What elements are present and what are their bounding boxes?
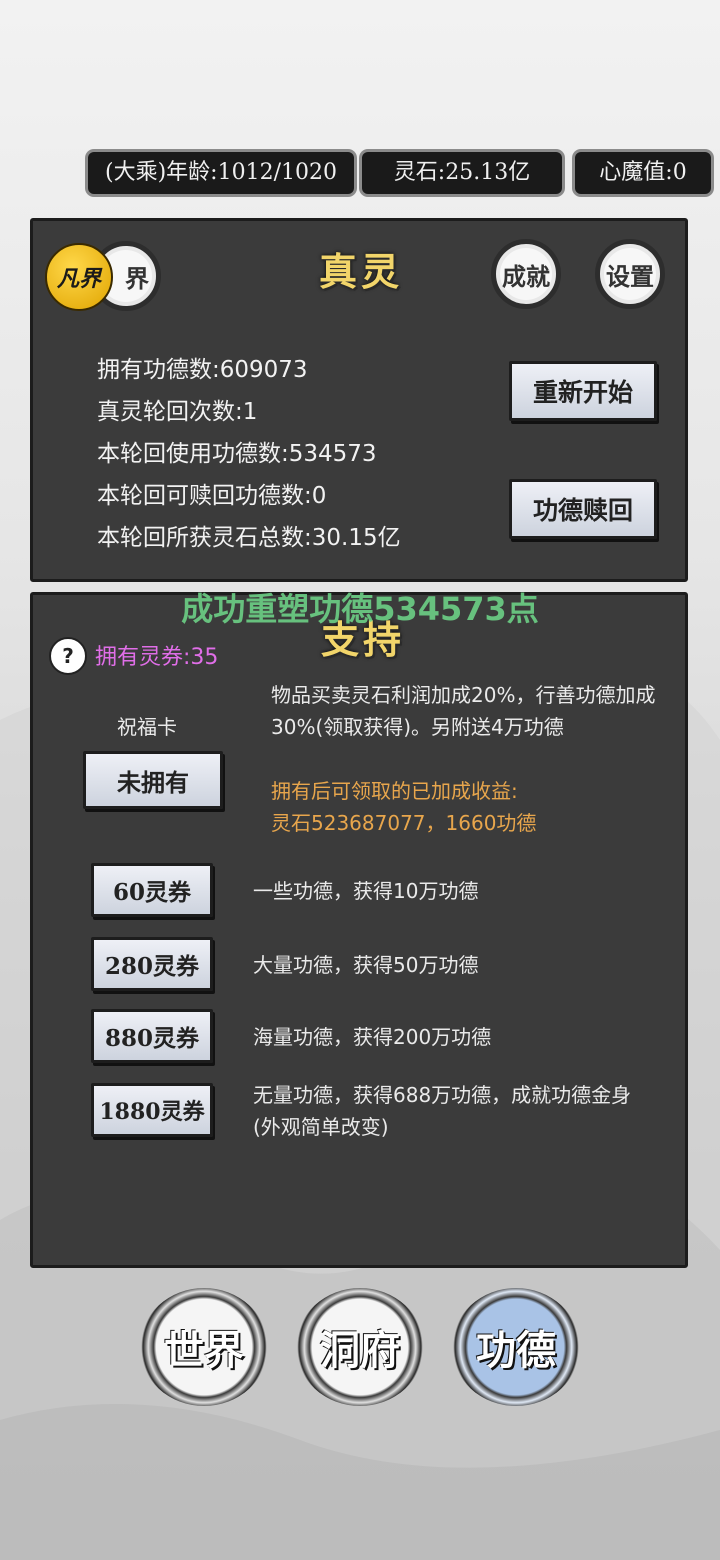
heart-demon-display: 心魔值:0 [575, 152, 711, 194]
pack-60-desc: 一些功德，获得10万功德 [253, 879, 479, 903]
nav-world-button[interactable]: 世界 [140, 1288, 268, 1406]
restart-button[interactable]: 重新开始 [509, 361, 657, 421]
stat-redeemable-merit: 本轮回可赎回功德数:0 [97, 483, 327, 509]
settings-label: 设置 [606, 261, 654, 291]
achievements-button[interactable]: 成就 [491, 239, 561, 309]
restart-label: 重新开始 [532, 378, 633, 407]
stat-stones-earned: 本轮回所获灵石总数:30.15亿 [97, 525, 401, 551]
spirit-stone-display: 灵石:25.13亿 [362, 152, 562, 194]
redeem-merit-button[interactable]: 功德赎回 [509, 479, 657, 539]
support-panel: 支持 ? 拥有灵券:35 祝福卡 未拥有 物品买卖灵石利润加成20%，行善功德加… [30, 592, 688, 1268]
pack-1880-button[interactable]: 1880灵券 [91, 1083, 213, 1137]
blessing-card-label: 祝福卡 [117, 715, 177, 739]
settings-button[interactable]: 设置 [595, 239, 665, 309]
realm-badge-label: 凡界 [56, 266, 101, 292]
pack-280-desc: 大量功德，获得50万功德 [253, 953, 479, 977]
merit-stats: 拥有功德数:609073 真灵轮回次数:1 本轮回使用功德数:534573 本轮… [97, 349, 401, 559]
nav-cave-button[interactable]: 洞府 [296, 1288, 424, 1406]
realm-tab-label: 界 [125, 263, 149, 293]
stat-owned-merit: 拥有功德数:609073 [97, 357, 308, 383]
stat-reincarnation-count: 真灵轮回次数:1 [97, 399, 258, 425]
true-spirit-panel: 界 凡界 真灵 成就 设置 拥有功德数:609073 真灵轮回次数:1 本轮回使… [30, 218, 688, 582]
help-icon-glyph: ? [62, 644, 74, 668]
pack-280-button[interactable]: 280灵券 [91, 937, 213, 991]
pack-280-label: 280灵券 [104, 953, 199, 980]
coupon-count: 拥有灵券:35 [95, 645, 219, 670]
blessing-card-note-1: 拥有后可领取的已加成收益: [271, 779, 518, 803]
blessing-card-button[interactable]: 未拥有 [83, 751, 223, 809]
realm-badge-icon[interactable]: 凡界 [45, 243, 113, 311]
toast-message: 成功重塑功德534573点 [181, 590, 539, 628]
nav-merit-label: 功德 [476, 1327, 556, 1374]
pack-880-label: 880灵券 [104, 1025, 199, 1052]
pack-1880-label: 1880灵券 [99, 1099, 205, 1125]
nav-merit-button[interactable]: 功德 [452, 1288, 580, 1406]
nav-cave-label: 洞府 [320, 1327, 400, 1374]
achievements-label: 成就 [502, 261, 550, 291]
blessing-card-button-label: 未拥有 [117, 767, 189, 797]
blessing-card-desc: 物品买卖灵石利润加成20%，行善功德加成30%(领取获得)。另附送4万功德 [271, 683, 656, 739]
pack-880-button[interactable]: 880灵券 [91, 1009, 213, 1063]
pack-880-desc: 海量功德，获得200万功德 [253, 1025, 492, 1049]
blessing-card-note-2: 灵石523687077，1660功德 [271, 811, 537, 835]
stat-used-merit: 本轮回使用功德数:534573 [97, 441, 377, 467]
pack-1880-desc: 无量功德，获得688万功德，成就功德金身(外观简单改变) [253, 1083, 632, 1139]
panel-title: 真灵 [319, 249, 404, 294]
pack-60-label: 60灵券 [112, 879, 191, 906]
age-display: (大乘)年龄:1012/1020 [88, 152, 354, 194]
redeem-label: 功德赎回 [532, 496, 633, 525]
nav-world-label: 世界 [164, 1327, 244, 1374]
pack-60-button[interactable]: 60灵券 [91, 863, 213, 917]
help-icon[interactable]: ? [49, 637, 87, 675]
